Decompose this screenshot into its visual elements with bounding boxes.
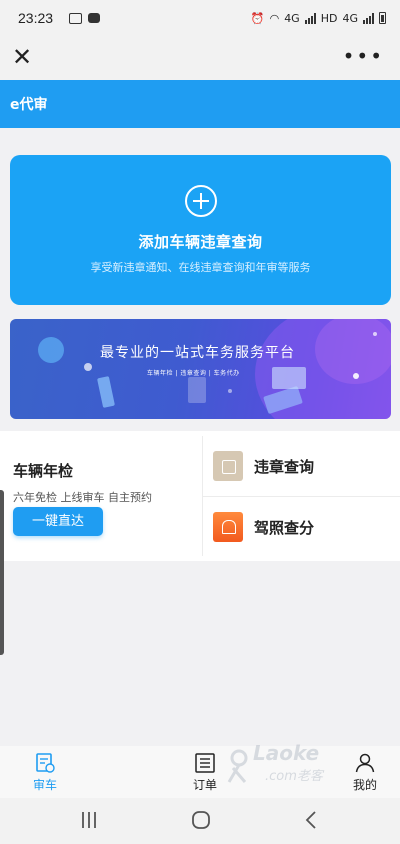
edge-panel-handle[interactable]	[0, 490, 4, 655]
recent-apps-icon[interactable]	[80, 809, 98, 831]
signal-icon	[304, 12, 316, 24]
network-label-2: HD	[320, 11, 338, 25]
back-icon[interactable]	[302, 809, 320, 831]
svg-text:Laoke: Laoke	[253, 741, 319, 765]
violation-query-icon	[213, 451, 243, 481]
battery-icon	[379, 12, 386, 24]
tab-inspection-label: 审车	[32, 778, 57, 792]
alarm-light-icon	[213, 512, 243, 542]
network-label-3: 4G	[342, 11, 358, 25]
svg-text:.com老客: .com老客	[265, 768, 325, 784]
laoke-watermark-logo: Laoke .com老客	[227, 741, 325, 784]
banner-title: 最专业的一站式车务服务平台	[100, 345, 295, 361]
message-icon	[88, 13, 101, 23]
wifi-icon: ◠	[269, 11, 280, 25]
signal-icon-2	[363, 12, 374, 24]
annual-inspection-subtitle: 六年免检 上线审车 自主预约	[13, 491, 152, 504]
annual-inspection-button[interactable]: 一键直达	[13, 507, 103, 536]
tab-inspection[interactable]: 审车	[5, 746, 85, 798]
plus-circle-icon[interactable]	[185, 185, 217, 217]
page-title: e代审	[10, 97, 48, 113]
user-icon	[355, 753, 375, 773]
promo-banner[interactable]: 最专业的一站式车务服务平台 车辆年检 | 违章查询 | 车务代办	[10, 319, 391, 419]
car-check-icon	[36, 753, 55, 773]
home-icon[interactable]	[190, 809, 212, 831]
more-options-icon[interactable]: •••	[343, 46, 384, 66]
add-vehicle-title: 添加车辆违章查询	[138, 233, 263, 251]
gallery-icon	[69, 12, 83, 24]
network-label-1: 4G	[284, 11, 300, 25]
license-points-item[interactable]: 驾照查分	[203, 497, 400, 557]
page-header: e代审	[0, 80, 400, 128]
list-icon	[195, 753, 215, 773]
violation-query-item[interactable]: 违章查询	[203, 436, 400, 496]
add-vehicle-subtitle: 享受新违章通知、在线违章查询和年审等服务	[90, 261, 311, 274]
banner-tags: 车辆年检 | 违章查询 | 车务代办	[147, 370, 240, 377]
services-panel: 车辆年检 六年免检 上线审车 自主预约 一键直达 违章查询 驾照查分	[0, 431, 400, 561]
close-icon[interactable]: ✕	[10, 45, 34, 69]
annual-inspection-title: 车辆年检	[13, 462, 74, 480]
status-time: 23:23	[18, 10, 54, 26]
status-bar: 23:23 ⏰ ◠ 4G HD 4G	[0, 0, 400, 36]
alarm-icon: ⏰	[250, 11, 265, 25]
add-vehicle-card[interactable]: 添加车辆违章查询 享受新违章通知、在线违章查询和年审等服务	[10, 155, 391, 305]
nav-bar: ✕ •••	[0, 36, 400, 80]
violation-query-label: 违章查询	[254, 457, 315, 476]
system-nav-bar	[0, 798, 400, 844]
license-points-label: 驾照查分	[254, 518, 315, 537]
